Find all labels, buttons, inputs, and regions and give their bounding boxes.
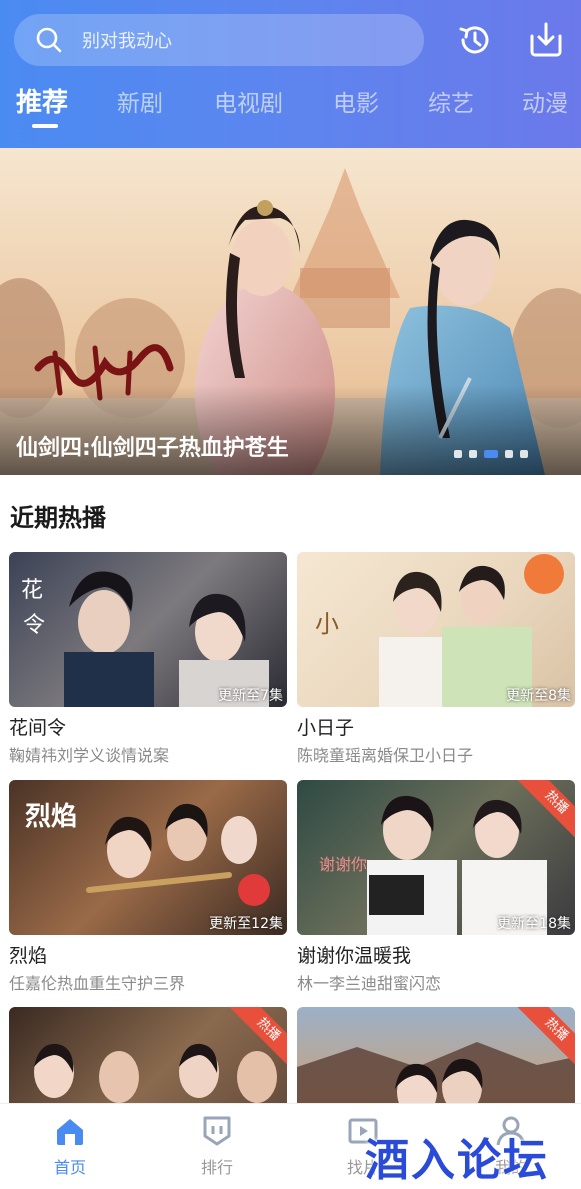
tab-variety[interactable]: 综艺 xyxy=(428,84,474,118)
download-icon[interactable] xyxy=(526,20,566,60)
forum-watermark: 酒入论坛 xyxy=(365,1135,549,1186)
drama-thumbnail[interactable]: 谢谢你 热播 更新至18集 xyxy=(297,780,575,935)
svg-text:花: 花 xyxy=(21,578,43,603)
nav-ranking-label: 排行 xyxy=(200,1158,233,1177)
episode-update-label: 更新至7集 xyxy=(218,688,283,704)
hero-banner[interactable]: 仙剑四:仙剑四子热血护苍生 xyxy=(0,148,581,475)
drama-title: 小日子 xyxy=(297,717,355,739)
carousel-dot[interactable] xyxy=(454,450,462,458)
tab-new-drama[interactable]: 新剧 xyxy=(117,84,163,118)
drama-description: 任嘉伦热血重生守护三界 xyxy=(9,974,186,993)
carousel-dot[interactable] xyxy=(505,450,513,458)
episode-update-label: 更新至8集 xyxy=(506,688,571,704)
drama-description: 鞠婧祎刘学义谈情说案 xyxy=(9,746,170,765)
drama-thumbnail[interactable]: 小 更新至8集 xyxy=(297,552,575,707)
carousel-dot[interactable] xyxy=(469,450,477,458)
svg-text:令: 令 xyxy=(23,613,45,638)
drama-title: 谢谢你温暖我 xyxy=(297,945,412,967)
svg-text:谢谢你: 谢谢你 xyxy=(319,855,367,874)
drama-card[interactable]: 谢谢你 热播 更新至18集 谢谢你温暖我 林一李兰迪甜蜜闪恋 xyxy=(297,780,575,994)
section-title: 近期热播 xyxy=(10,504,106,532)
drama-title: 烈焰 xyxy=(9,945,48,967)
nav-home[interactable]: 首页 xyxy=(20,1114,120,1178)
search-icon xyxy=(36,27,62,53)
search-placeholder[interactable]: 别对我动心 xyxy=(82,27,172,53)
drama-card[interactable]: 花 令 更新至7集 花间令 鞠婧祎刘学义谈情说案 xyxy=(9,552,287,766)
drama-title: 花间令 xyxy=(9,717,67,739)
thumbnail-art: 谢谢你 xyxy=(319,795,547,935)
carousel-dot-active[interactable] xyxy=(484,450,498,458)
drama-thumbnail[interactable]: 烈焰 更新至12集 xyxy=(9,780,287,935)
svg-text:烈焰: 烈焰 xyxy=(25,802,77,832)
drama-thumbnail[interactable]: 花 令 更新至7集 xyxy=(9,552,287,707)
episode-update-label: 更新至18集 xyxy=(497,916,571,932)
banner-title: 仙剑四:仙剑四子热血护苍生 xyxy=(16,436,289,461)
top-header: 别对我动心 推荐 新剧 电视剧 电影 综艺 动漫 xyxy=(0,0,581,148)
tab-recommend[interactable]: 推荐 xyxy=(16,82,68,119)
tab-movie[interactable]: 电影 xyxy=(333,84,379,118)
tab-anime[interactable]: 动漫 xyxy=(522,84,568,118)
app-root: 别对我动心 推荐 新剧 电视剧 电影 综艺 动漫 仙剑四:仙剑四子热血护苍生 近… xyxy=(0,0,581,1189)
tab-tv-series[interactable]: 电视剧 xyxy=(214,84,283,118)
nav-home-label: 首页 xyxy=(53,1158,86,1177)
drama-card[interactable]: 小 更新至8集 小日子 陈晓童瑶离婚保卫小日子 xyxy=(297,552,575,766)
ranking-icon xyxy=(203,1116,231,1146)
history-icon[interactable] xyxy=(455,20,495,60)
drama-card[interactable]: 烈焰 更新至12集 烈焰 任嘉伦热血重生守护三界 xyxy=(9,780,287,994)
thumbnail-art: 烈焰 xyxy=(25,802,270,906)
home-icon xyxy=(57,1119,83,1145)
thumbnail-art: 花 令 xyxy=(21,571,269,707)
svg-text:小: 小 xyxy=(315,610,339,638)
search-bar[interactable]: 别对我动心 xyxy=(14,14,424,66)
carousel-dot[interactable] xyxy=(520,450,528,458)
drama-description: 陈晓童瑶离婚保卫小日子 xyxy=(297,746,474,765)
drama-description: 林一李兰迪甜蜜闪恋 xyxy=(297,974,442,993)
nav-ranking[interactable]: 排行 xyxy=(167,1114,267,1178)
thumbnail-art: 小 xyxy=(315,554,564,707)
active-tab-indicator xyxy=(32,124,58,128)
category-tabs: 推荐 新剧 电视剧 电影 综艺 动漫 xyxy=(0,84,581,134)
episode-update-label: 更新至12集 xyxy=(209,916,283,932)
